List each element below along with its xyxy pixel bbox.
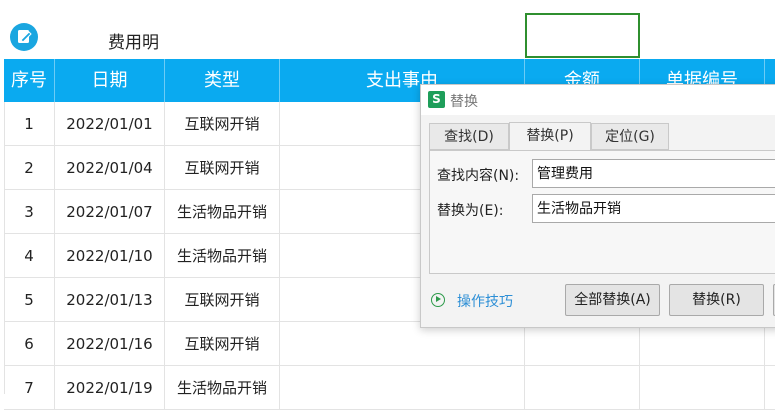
- cell-no[interactable]: 2: [4, 146, 55, 190]
- cell-amount[interactable]: [525, 322, 640, 366]
- cell-date[interactable]: 2022/01/07: [55, 190, 165, 234]
- dialog-title: 替换: [450, 94, 478, 110]
- cell-reason[interactable]: [280, 366, 525, 410]
- selected-cell[interactable]: [525, 13, 640, 58]
- cell-type[interactable]: 互联网开销: [165, 278, 280, 322]
- tips-link[interactable]: 操作技巧: [457, 291, 513, 311]
- tab-goto[interactable]: 定位(G): [591, 123, 669, 150]
- tab-find[interactable]: 查找(D): [429, 123, 509, 150]
- cell-no[interactable]: 5: [4, 278, 55, 322]
- table-row: 6 2022/01/16 互联网开销: [4, 322, 775, 366]
- col-header-date[interactable]: 日期: [55, 59, 165, 102]
- col-header-type[interactable]: 类型: [165, 59, 280, 102]
- replace-all-button[interactable]: 全部替换(A): [565, 284, 660, 316]
- table-row: 7 2022/01/19 生活物品开销: [4, 366, 775, 410]
- cell-date[interactable]: 2022/01/19: [55, 366, 165, 410]
- app-icon: S: [428, 91, 445, 108]
- play-circle-icon[interactable]: [431, 293, 445, 307]
- cell-no[interactable]: 7: [4, 366, 55, 410]
- find-label: 查找内容(N):: [437, 168, 520, 184]
- cell-receipt[interactable]: [640, 322, 765, 366]
- cell-date[interactable]: 2022/01/13: [55, 278, 165, 322]
- cell-date[interactable]: 2022/01/16: [55, 322, 165, 366]
- sheet-title: 费用明: [108, 33, 159, 53]
- cell-type[interactable]: 互联网开销: [165, 322, 280, 366]
- cell-type[interactable]: 生活物品开销: [165, 190, 280, 234]
- find-input[interactable]: 管理费用: [532, 159, 775, 188]
- cell-receipt[interactable]: [640, 366, 765, 410]
- replace-input[interactable]: 生活物品开销: [532, 194, 775, 223]
- cell-date[interactable]: 2022/01/04: [55, 146, 165, 190]
- cell-type[interactable]: 互联网开销: [165, 102, 280, 146]
- cell-reason[interactable]: [280, 322, 525, 366]
- cell-date[interactable]: 2022/01/01: [55, 102, 165, 146]
- edit-logo-icon: [10, 23, 38, 51]
- col-header-no[interactable]: 序号: [4, 59, 55, 102]
- cell-type[interactable]: 互联网开销: [165, 146, 280, 190]
- tab-replace[interactable]: 替换(P): [509, 122, 591, 151]
- dialog-titlebar[interactable]: S 替换: [421, 85, 775, 115]
- replace-dialog: S 替换 查找(D) 替换(P) 定位(G) 查找内容(N): 管理费用 替换为…: [420, 84, 775, 328]
- cell-type[interactable]: 生活物品开销: [165, 366, 280, 410]
- cell-date[interactable]: 2022/01/10: [55, 234, 165, 278]
- cell-no[interactable]: 1: [4, 102, 55, 146]
- cell-no[interactable]: 4: [4, 234, 55, 278]
- replace-panel: 查找内容(N): 管理费用 替换为(E): 生活物品开销: [429, 150, 775, 274]
- sheet-title-row: 费用明: [0, 0, 775, 59]
- replace-with-label: 替换为(E):: [437, 203, 504, 219]
- replace-button[interactable]: 替换(R): [669, 284, 764, 316]
- cell-no[interactable]: 6: [4, 322, 55, 366]
- cell-amount[interactable]: [525, 366, 640, 410]
- cell-no[interactable]: 3: [4, 190, 55, 234]
- cell-type[interactable]: 生活物品开销: [165, 234, 280, 278]
